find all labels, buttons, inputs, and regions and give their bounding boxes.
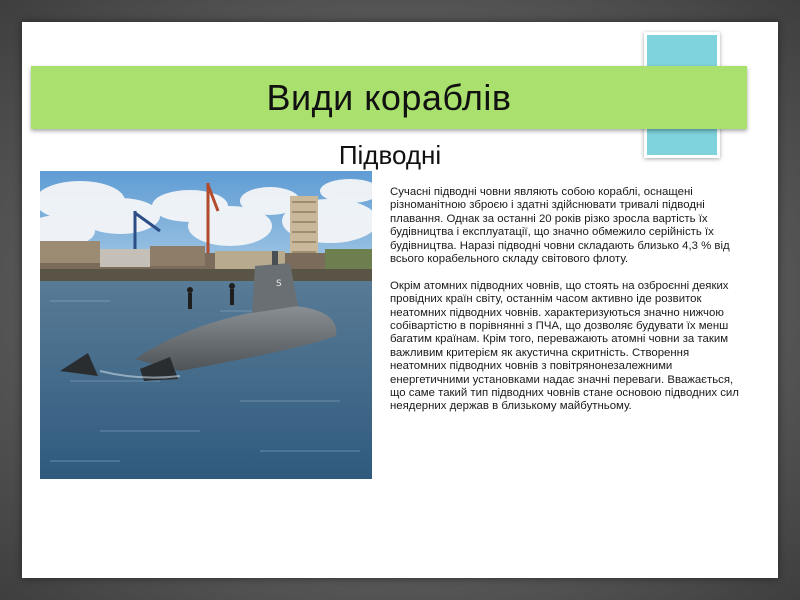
title-bar: Види кораблів: [31, 66, 747, 129]
submarine-photo: S: [40, 171, 372, 479]
paragraph-1: Сучасні підводні човни являють собою кор…: [390, 186, 730, 266]
body-text: Сучасні підводні човни являють собою кор…: [390, 186, 742, 427]
svg-text:S: S: [276, 279, 282, 289]
slide-title: Види кораблів: [266, 76, 512, 118]
paragraph-2: Окрім атомних підводних човнів, що стоят…: [390, 279, 739, 413]
slide-subtitle: Підводні: [338, 140, 442, 170]
